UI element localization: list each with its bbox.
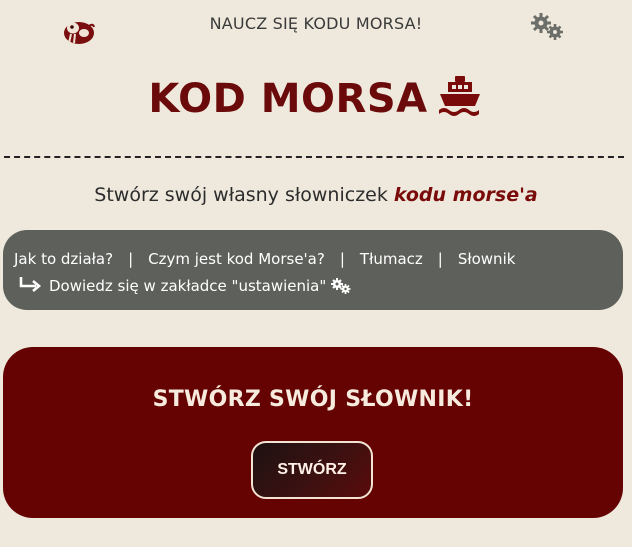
subtitle-emphasis: kodu morse'a	[393, 184, 538, 206]
nav-panel: Jak to działa? | Czym jest kod Morse'a? | Tł…	[3, 230, 623, 310]
cta-title: STWÓRZ SWÓJ SŁOWNIK!	[152, 387, 474, 412]
hero-title: KOD MORSA	[148, 76, 428, 122]
dashed-divider	[4, 156, 624, 158]
nav-link-dictionary[interactable]: Słownik	[458, 250, 516, 268]
settings-hint: Dowiedz się w zakładce "ustawienia"	[17, 276, 352, 296]
nav-link-translator[interactable]: Tłumacz	[360, 250, 423, 268]
hero-heading: KOD MORSA	[0, 76, 632, 122]
nav-separator: |	[437, 250, 443, 268]
arrow-turn-icon	[17, 276, 43, 296]
nav-link-how-it-works[interactable]: Jak to działa?	[14, 250, 113, 268]
settings-gears-icon[interactable]	[530, 12, 566, 42]
subtitle: Stwórz swój własny słowniczek kodu morse…	[0, 184, 632, 206]
create-dictionary-panel: STWÓRZ SWÓJ SŁOWNIK! STWÓRZ	[3, 347, 623, 518]
nav-links: Jak to działa? | Czym jest kod Morse'a? | Tł…	[14, 250, 515, 268]
nav-separator: |	[128, 250, 134, 268]
nav-link-what-is-morse[interactable]: Czym jest kod Morse'a?	[148, 250, 325, 268]
ship-icon	[436, 76, 484, 118]
gears-icon	[330, 277, 352, 295]
subtitle-text: Stwórz swój własny słowniczek	[94, 184, 394, 206]
settings-hint-text: Dowiedz się w zakładce "ustawienia"	[49, 277, 327, 295]
nav-separator: |	[339, 250, 345, 268]
top-bar: NAUCZ SIĘ KODU MORSA!	[0, 0, 632, 60]
create-button[interactable]: STWÓRZ	[251, 441, 373, 499]
